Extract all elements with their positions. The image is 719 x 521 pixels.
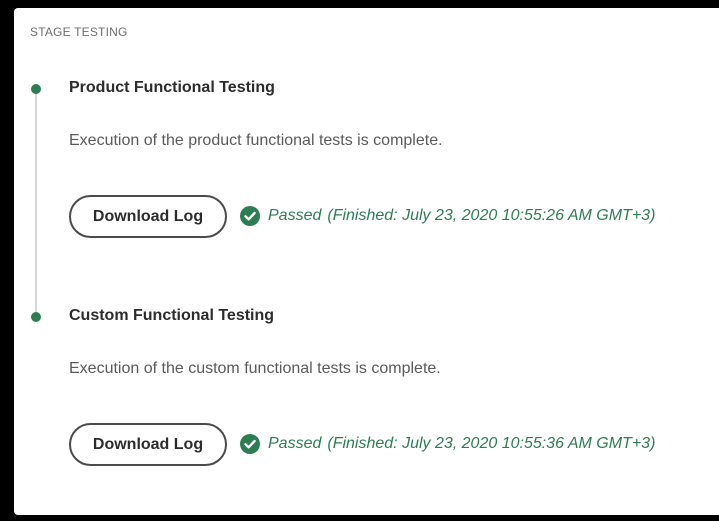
status-label: Passed — [268, 435, 322, 452]
check-circle-icon — [240, 434, 260, 454]
status-detail: (Finished: July 23, 2020 10:55:26 AM GMT… — [327, 207, 656, 224]
test-step-product: Product Functional Testing Execution of … — [14, 76, 719, 276]
download-log-button[interactable]: Download Log — [69, 195, 227, 238]
step-title: Custom Functional Testing — [69, 307, 275, 324]
timeline-dot — [31, 84, 41, 94]
step-title: Product Functional Testing — [69, 79, 275, 96]
test-step-custom: Custom Functional Testing Execution of t… — [14, 304, 719, 504]
step-description: Execution of the product functional test… — [69, 132, 443, 149]
status-detail: (Finished: July 23, 2020 10:55:36 AM GMT… — [327, 435, 656, 452]
status-label: Passed — [268, 207, 322, 224]
status-indicator: Passed (Finished: July 23, 2020 10:55:26 … — [240, 206, 655, 226]
step-description: Execution of the custom functional tests… — [69, 360, 441, 377]
download-log-button[interactable]: Download Log — [69, 423, 227, 466]
section-title: STAGE TESTING — [30, 25, 128, 39]
check-circle-icon — [240, 206, 260, 226]
status-indicator: Passed (Finished: July 23, 2020 10:55:36 … — [240, 434, 655, 454]
stage-testing-panel: STAGE TESTING Product Functional Testing… — [14, 8, 719, 515]
timeline-dot — [31, 312, 41, 322]
